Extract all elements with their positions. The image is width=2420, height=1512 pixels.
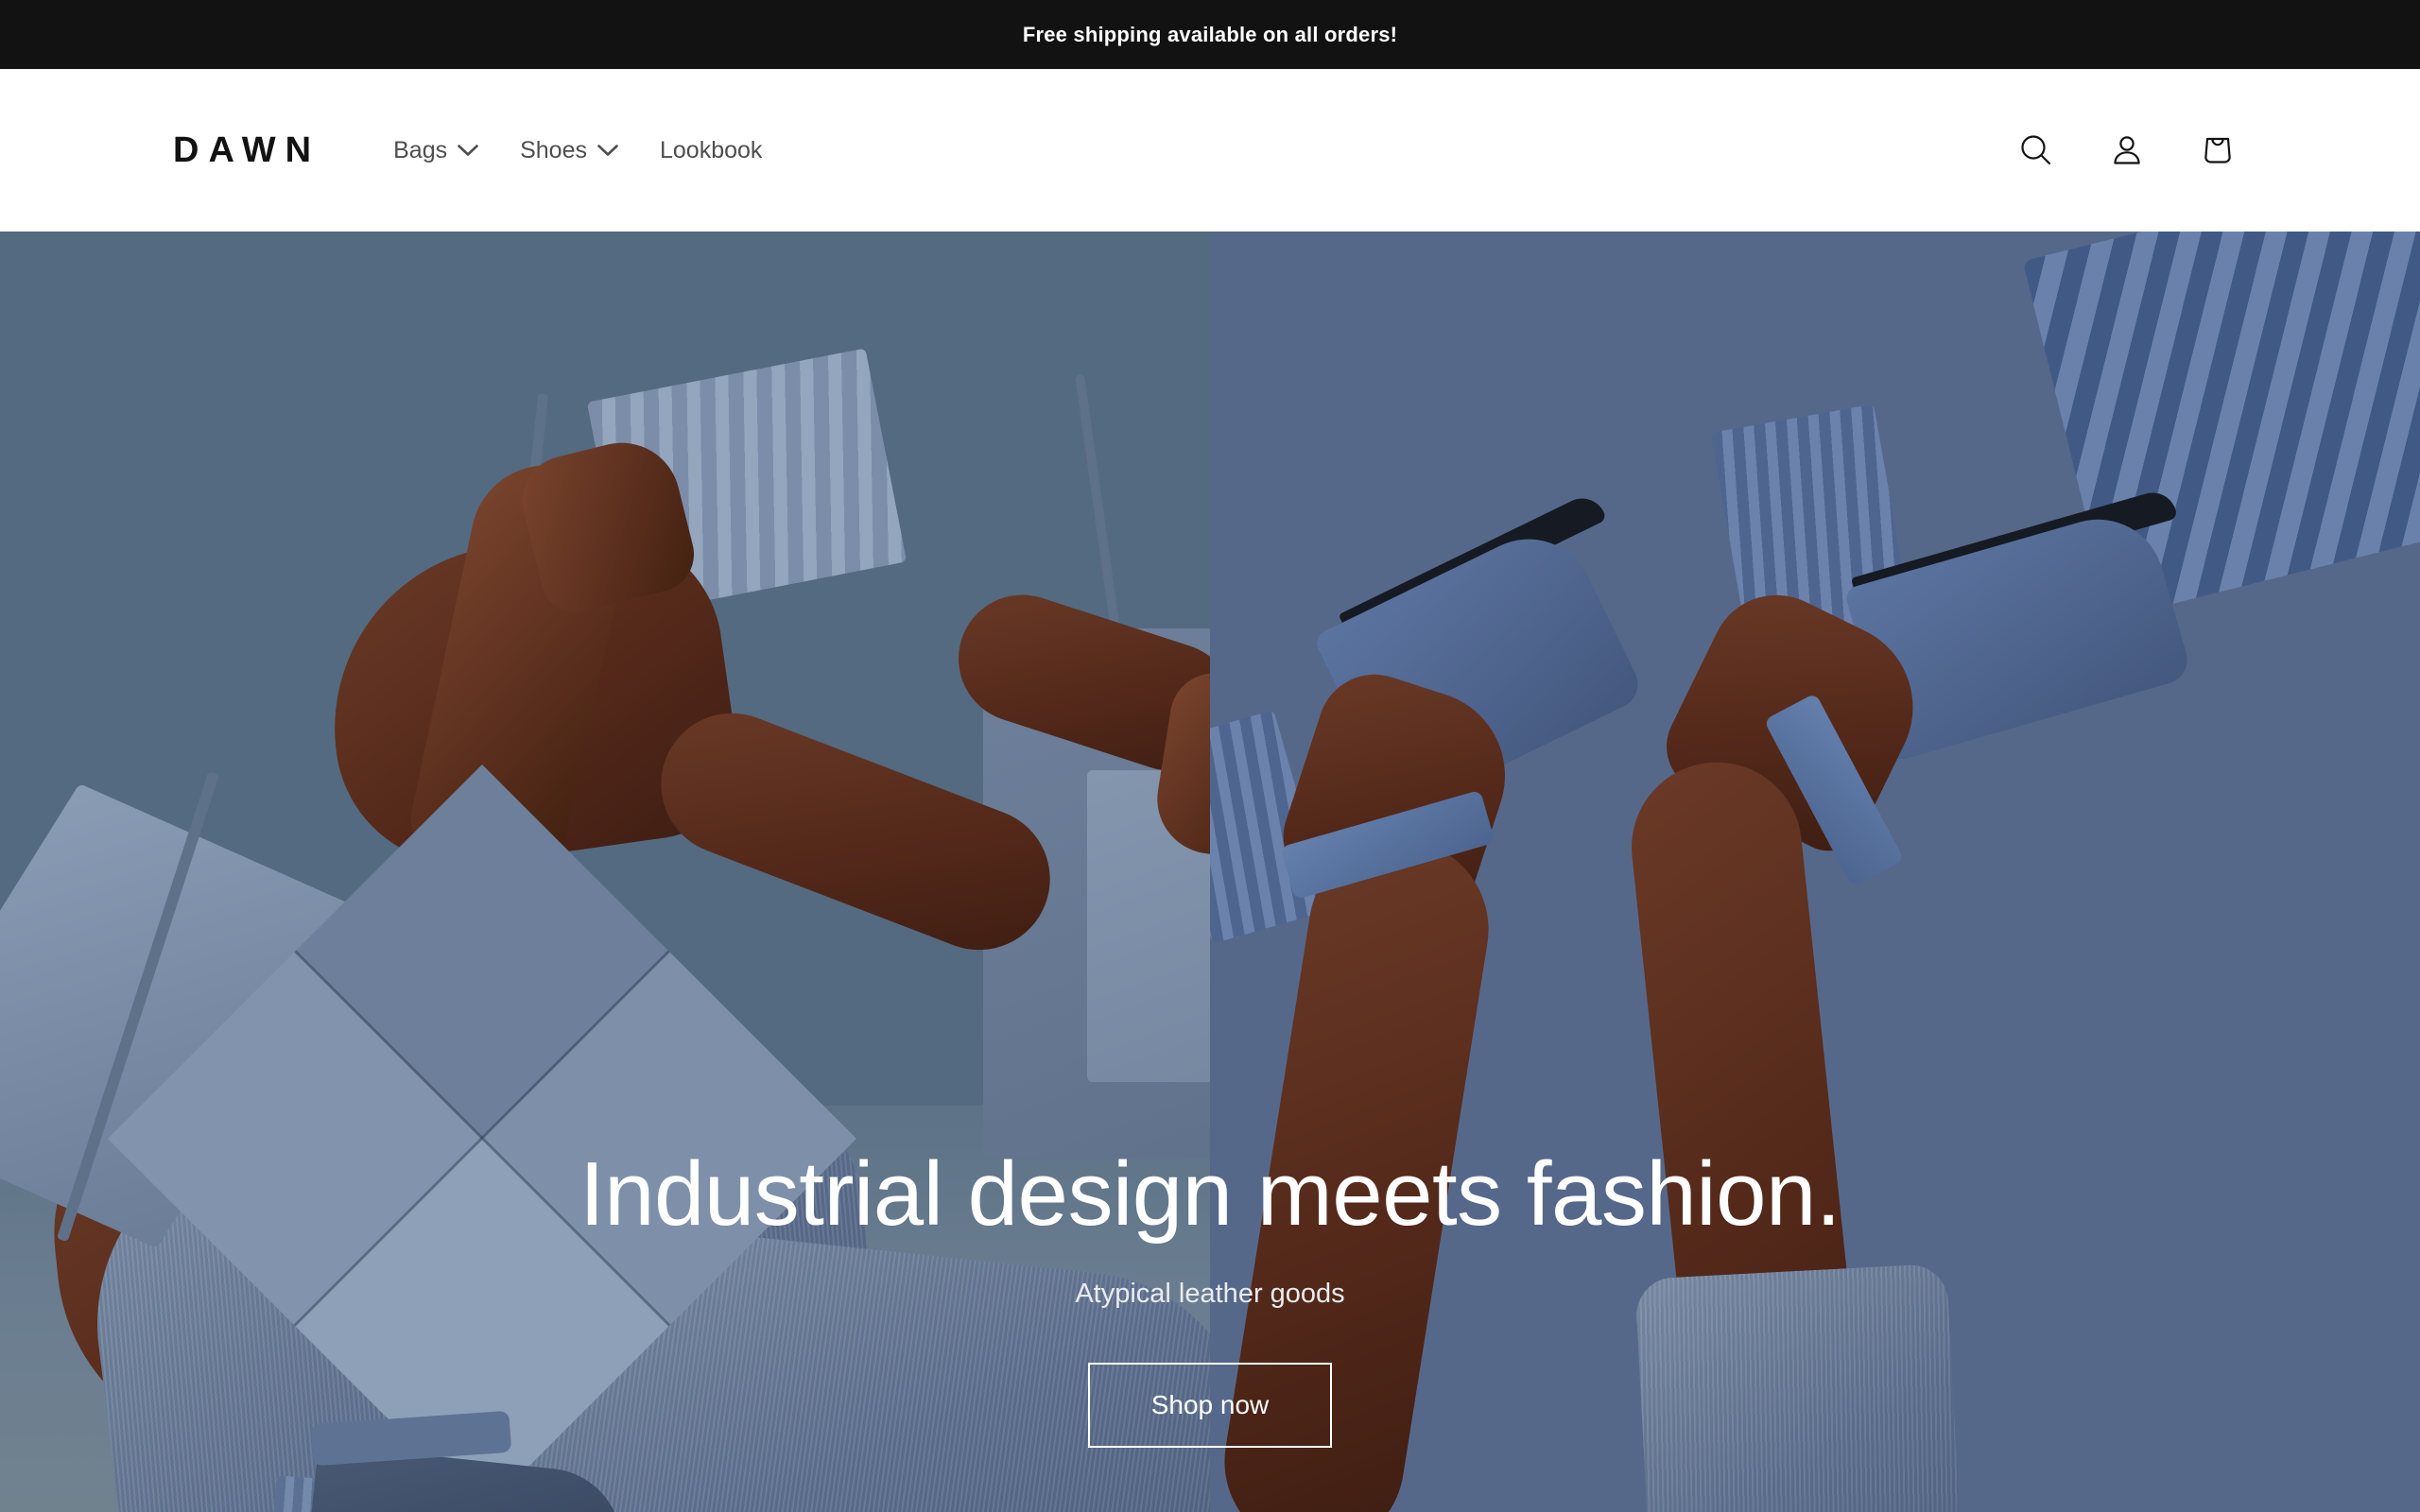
hero-banner: Industrial design meets fashion. Atypica… — [0, 232, 2420, 1512]
chevron-down-icon — [458, 145, 478, 156]
search-icon — [2021, 135, 2051, 165]
account-button[interactable] — [2098, 121, 2156, 180]
hero-subheading: Atypical leather goods — [1075, 1278, 1345, 1309]
hero-content: Industrial design meets fashion. Atypica… — [0, 1144, 2420, 1448]
account-icon — [2114, 136, 2140, 164]
shop-now-button[interactable]: Shop now — [1088, 1362, 1332, 1448]
nav-item-shoes[interactable]: Shoes — [499, 136, 639, 163]
announcement-bar: Free shipping available on all orders! — [0, 0, 2420, 69]
nav-item-shoes-label: Shoes — [520, 136, 587, 163]
main-navigation: Bags Shoes Lookbook — [372, 136, 783, 163]
nav-item-bags-label: Bags — [393, 136, 448, 163]
announcement-text: Free shipping available on all orders! — [1022, 22, 1398, 46]
search-button[interactable] — [2007, 121, 2066, 180]
nav-item-lookbook-label: Lookbook — [659, 136, 763, 163]
cart-button[interactable] — [2188, 121, 2247, 180]
cart-icon — [2204, 137, 2231, 163]
hero-heading: Industrial design meets fashion. — [579, 1143, 1841, 1245]
header-actions — [2007, 121, 2247, 180]
nav-item-lookbook[interactable]: Lookbook — [639, 136, 783, 163]
site-header: DAWN Bags Shoes Lookbook — [0, 69, 2420, 232]
nav-item-bags[interactable]: Bags — [372, 136, 499, 163]
chevron-down-icon — [597, 145, 618, 156]
site-logo[interactable]: DAWN — [173, 132, 320, 168]
